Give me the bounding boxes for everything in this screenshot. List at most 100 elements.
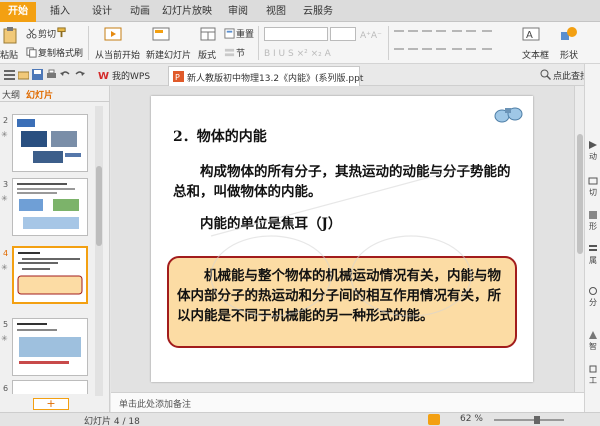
reset-button[interactable]: 重置 <box>224 27 254 40</box>
slide-number: 3 <box>3 180 9 189</box>
tab-home[interactable]: 开始 <box>0 2 36 22</box>
scrollbar-thumb[interactable] <box>96 166 102 246</box>
sidebar-item-label: 切 <box>589 188 597 197</box>
tab-cloud-service[interactable]: 云服务 <box>296 4 340 22</box>
new-slide-button[interactable]: 新建幻灯片 <box>146 48 191 61</box>
layout-icon <box>200 27 216 41</box>
sidebar-item-properties[interactable]: 属 <box>586 244 600 266</box>
sidebar-item-shape[interactable]: 形 <box>586 210 600 232</box>
notes-pane[interactable]: 单击此处添加备注 <box>111 392 584 412</box>
smart-icon <box>589 331 597 339</box>
layout-button[interactable]: 版式 <box>198 48 216 61</box>
undo-icon[interactable] <box>60 69 71 80</box>
format-painter-icon-button[interactable] <box>56 27 68 39</box>
thumbnail-content <box>17 252 83 295</box>
slide-paragraph-1[interactable]: 构成物体的所有分子，其热运动的动能与分子势能的总和，叫做物体的内能。 <box>173 162 513 202</box>
section-button[interactable]: 节 <box>224 46 245 59</box>
section-label: 节 <box>236 49 246 59</box>
zoom-slider[interactable] <box>494 419 564 421</box>
tab-design[interactable]: 设计 <box>82 4 122 22</box>
tab-outline[interactable]: 大纲 <box>2 88 20 101</box>
ribbon-toolbar: 粘贴 剪切 复制 格式刷 从当前开始 新建幻灯片 版式 重置 节 A⁺A⁻ B … <box>0 22 600 64</box>
textbox-icon-button[interactable]: A <box>522 26 540 45</box>
paste-button[interactable] <box>2 26 18 47</box>
sidebar-item-tools[interactable]: 工 <box>586 364 600 386</box>
search-icon[interactable] <box>540 69 551 80</box>
svg-text:A: A <box>526 30 533 41</box>
shape-button[interactable]: 形状 <box>560 48 578 61</box>
slide-thumbnail-3[interactable] <box>12 178 88 236</box>
sidebar-item-label: 形 <box>589 222 597 231</box>
play-slide-icon <box>104 27 122 41</box>
tab-animation[interactable]: 动画 <box>120 4 160 22</box>
zoom-slider-knob[interactable] <box>534 416 540 424</box>
document-tab[interactable]: P 新人教版初中物理13.2《内能》(系列版.ppt <box>168 66 364 86</box>
ppt-file-icon: P <box>173 71 184 82</box>
animation-marker: ✳ <box>1 263 8 272</box>
divider <box>258 26 259 60</box>
new-slide-icon-button[interactable] <box>152 26 170 45</box>
thumbnail-scrollbar[interactable] <box>95 106 103 396</box>
tab-view[interactable]: 视图 <box>256 4 296 22</box>
canvas-scrollbar[interactable] <box>574 86 584 392</box>
textbox-button[interactable]: 文本框 <box>522 48 549 61</box>
add-slide-button[interactable]: + <box>33 398 69 410</box>
animation-marker: ✳ <box>1 334 8 343</box>
editing-canvas: 2．物体的内能 构成物体的所有分子，其热运动的动能与分子势能的总和，叫做物体的内… <box>111 86 574 392</box>
font-name-dropdown[interactable] <box>264 27 328 41</box>
shape-icon-button[interactable] <box>560 26 578 45</box>
paragraph-icons[interactable] <box>394 28 514 58</box>
textbox-icon: A <box>522 27 540 41</box>
slide-thumbnail-4[interactable] <box>12 246 88 304</box>
copy-button[interactable]: 复制 <box>26 46 56 59</box>
slide[interactable]: 2．物体的内能 构成物体的所有分子，其热运动的动能与分子势能的总和，叫做物体的内… <box>151 96 533 382</box>
share-icon <box>589 287 597 295</box>
font-size-dropdown[interactable] <box>330 27 356 41</box>
callout-box[interactable]: 机械能与整个物体的机械运动情况有关，内能与物体内部分子的热运动和分子间的相互作用… <box>167 256 517 348</box>
menu-icon[interactable] <box>4 69 15 80</box>
zoom-level[interactable]: 62 % <box>460 414 483 424</box>
tab-insert[interactable]: 插入 <box>40 4 80 22</box>
reset-icon <box>224 28 235 39</box>
divider <box>88 26 89 60</box>
svg-text:P: P <box>175 73 180 82</box>
from-current-icon-button[interactable] <box>104 26 122 45</box>
svg-text:A⁺A⁻: A⁺A⁻ <box>360 31 382 40</box>
scrollbar-thumb[interactable] <box>577 134 583 254</box>
slide-paragraph-2[interactable]: 内能的单位是焦耳（J） <box>173 214 513 234</box>
animation-icon <box>589 141 597 149</box>
layout-icon-button[interactable] <box>200 26 216 45</box>
sidebar-item-transition[interactable]: 切 <box>586 176 600 198</box>
print-icon[interactable] <box>46 69 57 80</box>
shape-icon <box>561 27 577 40</box>
font-style-icons[interactable]: B I U S ×² ×₂ A <box>264 46 384 58</box>
tab-slides[interactable]: 幻灯片 <box>26 88 53 101</box>
svg-text:W: W <box>98 71 109 80</box>
slideshow-button[interactable] <box>428 414 440 425</box>
tab-review[interactable]: 审阅 <box>218 4 258 22</box>
sidebar-item-animation[interactable]: 动 <box>586 140 600 162</box>
slide-number: 2 <box>3 116 9 125</box>
scissors-icon <box>26 28 37 39</box>
slide-counter: 幻灯片 4 / 18 <box>84 417 140 426</box>
thumbnail-content <box>17 119 81 163</box>
document-title: 新人教版初中物理13.2《内能》(系列版.ppt <box>187 74 364 84</box>
save-icon[interactable] <box>32 69 43 80</box>
tab-slideshow[interactable]: 幻灯片放映 <box>158 4 216 22</box>
from-current-button[interactable]: 从当前开始 <box>95 48 140 61</box>
animation-marker: ✳ <box>1 130 8 139</box>
my-wps-tab[interactable]: 我的WPS <box>112 69 150 82</box>
slide-thumbnail-6[interactable] <box>12 380 88 394</box>
slide-title[interactable]: 2．物体的内能 <box>173 126 267 146</box>
slide-thumbnail-5[interactable] <box>12 318 88 376</box>
right-sidebar: 动 切 形 属 分 智 工 <box>584 64 600 412</box>
slide-thumbnail-2[interactable] <box>12 114 88 172</box>
cut-button[interactable]: 剪切 <box>26 27 56 40</box>
sidebar-item-share[interactable]: 分 <box>586 286 600 308</box>
sidebar-item-smart[interactable]: 智 <box>586 330 600 352</box>
format-painter-button[interactable]: 格式刷 <box>56 46 83 59</box>
redo-icon[interactable] <box>74 69 85 80</box>
open-folder-icon[interactable] <box>18 69 29 80</box>
divider <box>388 26 389 60</box>
font-grow-shrink-icon[interactable]: A⁺A⁻ <box>360 28 384 40</box>
